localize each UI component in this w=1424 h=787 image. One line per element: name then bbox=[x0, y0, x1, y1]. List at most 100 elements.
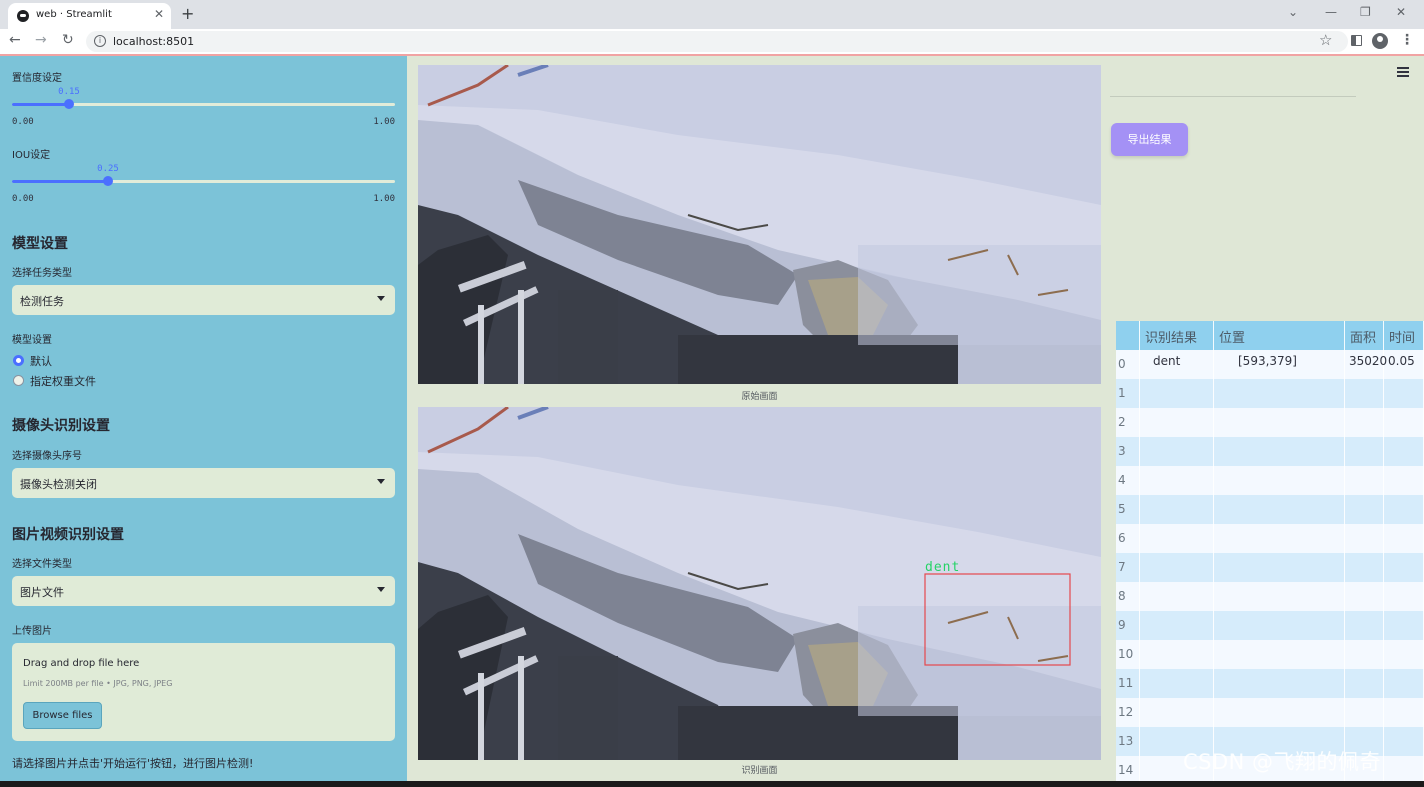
file-type-select[interactable]: 图片文件 bbox=[12, 576, 395, 606]
empty-cell[interactable] bbox=[1345, 640, 1384, 669]
empty-cell[interactable] bbox=[1384, 408, 1424, 437]
empty-cell[interactable] bbox=[1140, 611, 1214, 640]
table-row[interactable]: 1 bbox=[1116, 379, 1424, 408]
reload-icon[interactable]: ↻ bbox=[62, 32, 74, 48]
radio-custom-weights-label[interactable]: 指定权重文件 bbox=[30, 373, 96, 389]
bookmark-star-icon[interactable]: ☆ bbox=[1319, 31, 1332, 49]
empty-cell[interactable] bbox=[1214, 466, 1345, 495]
header-area[interactable]: 面积 bbox=[1345, 321, 1384, 350]
browse-files-button[interactable]: Browse files bbox=[23, 702, 102, 729]
empty-cell[interactable] bbox=[1384, 756, 1424, 781]
tab-search-chevron-icon[interactable]: ⌄ bbox=[1288, 5, 1298, 19]
row-index[interactable]: 8 bbox=[1116, 582, 1140, 611]
browser-menu-icon[interactable]: ⋮ bbox=[1400, 32, 1414, 48]
empty-cell[interactable] bbox=[1345, 524, 1384, 553]
empty-cell[interactable] bbox=[1384, 379, 1424, 408]
table-row[interactable]: 9 bbox=[1116, 611, 1424, 640]
table-row[interactable]: 6 bbox=[1116, 524, 1424, 553]
table-row[interactable]: 0 dent [593,379] 35020 0.05 bbox=[1116, 350, 1424, 379]
table-row[interactable]: 10 bbox=[1116, 640, 1424, 669]
empty-cell[interactable] bbox=[1214, 495, 1345, 524]
table-header[interactable]: 识别结果 位置 面积 时间 bbox=[1116, 321, 1424, 350]
empty-cell[interactable] bbox=[1140, 553, 1214, 582]
forward-icon[interactable]: → bbox=[35, 32, 47, 48]
row-index[interactable]: 0 bbox=[1116, 350, 1140, 379]
row-index[interactable]: 12 bbox=[1116, 698, 1140, 727]
empty-cell[interactable] bbox=[1384, 669, 1424, 698]
hamburger-menu-icon[interactable] bbox=[1397, 67, 1409, 77]
table-row[interactable]: 11 bbox=[1116, 669, 1424, 698]
empty-cell[interactable] bbox=[1140, 640, 1214, 669]
radio-custom-weights[interactable] bbox=[13, 375, 24, 386]
row-index[interactable]: 3 bbox=[1116, 437, 1140, 466]
restore-icon[interactable]: ❐ bbox=[1360, 5, 1371, 19]
row-index[interactable]: 4 bbox=[1116, 466, 1140, 495]
empty-cell[interactable] bbox=[1214, 582, 1345, 611]
new-tab-icon[interactable]: + bbox=[181, 4, 194, 23]
empty-cell[interactable] bbox=[1214, 611, 1345, 640]
table-row[interactable]: 3 bbox=[1116, 437, 1424, 466]
row-index[interactable]: 9 bbox=[1116, 611, 1140, 640]
row-index[interactable]: 6 bbox=[1116, 524, 1140, 553]
row-index[interactable]: 2 bbox=[1116, 408, 1140, 437]
table-row[interactable]: 8 bbox=[1116, 582, 1424, 611]
empty-cell[interactable] bbox=[1384, 466, 1424, 495]
empty-cell[interactable] bbox=[1384, 437, 1424, 466]
empty-cell[interactable] bbox=[1140, 698, 1214, 727]
empty-cell[interactable] bbox=[1345, 553, 1384, 582]
header-result[interactable]: 识别结果 bbox=[1140, 321, 1214, 350]
cell-result[interactable]: dent bbox=[1140, 350, 1214, 379]
window-close-icon[interactable]: ✕ bbox=[1396, 5, 1406, 19]
empty-cell[interactable] bbox=[1384, 698, 1424, 727]
url-text[interactable]: localhost:8501 bbox=[113, 35, 194, 48]
empty-cell[interactable] bbox=[1384, 582, 1424, 611]
row-index[interactable]: 11 bbox=[1116, 669, 1140, 698]
header-index[interactable] bbox=[1116, 321, 1140, 350]
empty-cell[interactable] bbox=[1140, 408, 1214, 437]
cell-time[interactable]: 0.05 bbox=[1384, 350, 1424, 379]
cell-area[interactable]: 35020 bbox=[1345, 350, 1387, 379]
confidence-slider[interactable] bbox=[12, 99, 395, 109]
results-table[interactable]: 识别结果 位置 面积 时间 0 dent [593,379] 35020 0.05 1 2 3 4 5 6 7… bbox=[1116, 321, 1424, 781]
empty-cell[interactable] bbox=[1214, 669, 1345, 698]
cell-position[interactable]: [593,379] bbox=[1214, 350, 1345, 379]
table-row[interactable]: 4 bbox=[1116, 466, 1424, 495]
empty-cell[interactable] bbox=[1345, 466, 1384, 495]
table-row[interactable]: 7 bbox=[1116, 553, 1424, 582]
empty-cell[interactable] bbox=[1384, 553, 1424, 582]
empty-cell[interactable] bbox=[1345, 495, 1384, 524]
task-type-select[interactable]: 检测任务 bbox=[12, 285, 395, 315]
header-position[interactable]: 位置 bbox=[1214, 321, 1345, 350]
empty-cell[interactable] bbox=[1214, 437, 1345, 466]
camera-index-select[interactable]: 摄像头检测关闭 bbox=[12, 468, 395, 498]
row-index[interactable]: 14 bbox=[1116, 756, 1140, 781]
empty-cell[interactable] bbox=[1214, 698, 1345, 727]
empty-cell[interactable] bbox=[1384, 727, 1424, 756]
close-tab-icon[interactable]: ✕ bbox=[154, 7, 164, 21]
table-row[interactable]: 5 bbox=[1116, 495, 1424, 524]
header-time[interactable]: 时间 bbox=[1384, 321, 1424, 350]
empty-cell[interactable] bbox=[1384, 640, 1424, 669]
row-index[interactable]: 13 bbox=[1116, 727, 1140, 756]
site-info-icon[interactable]: i bbox=[94, 35, 106, 47]
profile-avatar-icon[interactable] bbox=[1372, 33, 1388, 49]
omnibox[interactable]: i localhost:8501 ☆ bbox=[86, 31, 1348, 52]
empty-cell[interactable] bbox=[1214, 640, 1345, 669]
empty-cell[interactable] bbox=[1140, 437, 1214, 466]
confidence-slider-thumb[interactable] bbox=[64, 99, 74, 109]
empty-cell[interactable] bbox=[1345, 437, 1384, 466]
row-index[interactable]: 10 bbox=[1116, 640, 1140, 669]
minimize-icon[interactable]: — bbox=[1325, 5, 1337, 19]
empty-cell[interactable] bbox=[1384, 524, 1424, 553]
empty-cell[interactable] bbox=[1345, 379, 1384, 408]
empty-cell[interactable] bbox=[1384, 611, 1424, 640]
empty-cell[interactable] bbox=[1140, 466, 1214, 495]
file-dropzone[interactable]: Drag and drop file here Limit 200MB per … bbox=[12, 643, 395, 741]
row-index[interactable]: 1 bbox=[1116, 379, 1140, 408]
empty-cell[interactable] bbox=[1345, 408, 1384, 437]
row-index[interactable]: 7 bbox=[1116, 553, 1140, 582]
table-row[interactable]: 12 bbox=[1116, 698, 1424, 727]
radio-default[interactable] bbox=[13, 355, 24, 366]
empty-cell[interactable] bbox=[1214, 524, 1345, 553]
export-results-button[interactable]: 导出结果 bbox=[1111, 123, 1188, 156]
